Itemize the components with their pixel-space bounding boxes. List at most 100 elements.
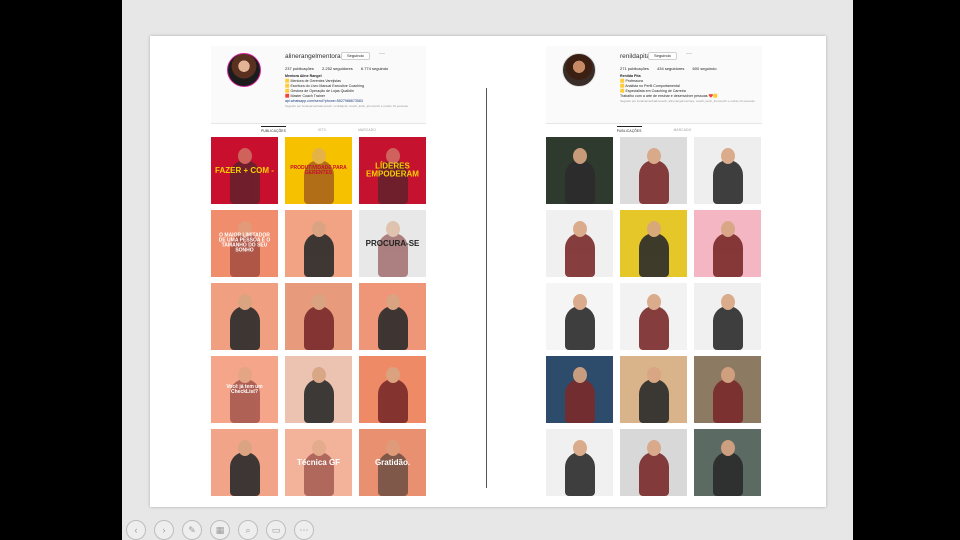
post-caption: Técnica GF <box>296 457 341 467</box>
more-options-icon[interactable]: ··· <box>686 51 692 57</box>
following-button[interactable]: Seguindo <box>648 52 677 60</box>
post-tile[interactable] <box>359 356 426 423</box>
profile-tabs: PUBLICAÇÕES MARCADO <box>546 124 762 135</box>
followers-count[interactable]: 2.252 seguidores <box>322 66 353 71</box>
person-photo <box>229 294 260 350</box>
person-photo <box>564 148 595 204</box>
post-tile[interactable] <box>285 210 352 277</box>
profile-header: renildapita Seguindo ··· 271 publicações… <box>546 46 762 124</box>
following-button[interactable]: Seguindo <box>341 52 370 60</box>
post-caption: O MAIOR LIMITADOR DE UMA PESSOA É O TAMA… <box>218 232 271 254</box>
post-tile[interactable] <box>546 283 613 350</box>
person-photo <box>638 148 669 204</box>
profile-username[interactable]: alinerangelmentora <box>285 53 341 60</box>
post-tile[interactable]: Técnica GF <box>285 429 352 496</box>
person-photo <box>377 367 408 423</box>
following-count[interactable]: 600 seguindo <box>693 66 717 71</box>
post-tile[interactable] <box>546 210 613 277</box>
next-icon[interactable]: › <box>154 520 174 540</box>
gallery-icon[interactable]: ▦ <box>210 520 230 540</box>
post-tile[interactable] <box>694 137 761 204</box>
post-tile[interactable]: LÍDERES EMPODERAM <box>359 137 426 204</box>
left-letterbox <box>0 0 122 540</box>
post-caption: LÍDERES EMPODERAM <box>366 161 419 179</box>
post-tile[interactable]: PRODUTIVIDADE PARA GERENTES <box>285 137 352 204</box>
person-photo <box>564 221 595 277</box>
posts-grid: FAZER + COM - PRODUTIVIDADE PARA GERENTES… <box>211 135 426 496</box>
person-photo <box>564 367 595 423</box>
post-tile[interactable]: O MAIOR LIMITADOR DE UMA PESSOA É O TAMA… <box>211 210 278 277</box>
slide-divider <box>486 88 487 488</box>
post-tile[interactable] <box>211 429 278 496</box>
slideshow-controls: ‹ › ✎ ▦ ⌕ ▭ ⋯ <box>126 520 314 540</box>
more-options-icon[interactable]: ··· <box>379 51 385 57</box>
tab-igtv[interactable]: IGTV <box>318 128 326 132</box>
zoom-icon[interactable]: ⌕ <box>238 520 258 540</box>
subtitles-icon[interactable]: ▭ <box>266 520 286 540</box>
tab-tagged[interactable]: MARCADO <box>358 128 376 132</box>
post-tile[interactable] <box>546 429 613 496</box>
person-photo <box>638 221 669 277</box>
post-caption: PRODUTIVIDADE PARA GERENTES <box>290 164 347 176</box>
profile-bio: Renilda Pita 🟨 Professora 🟨 Analista no … <box>620 74 755 104</box>
person-photo <box>377 294 408 350</box>
profile-username[interactable]: renildapita <box>620 53 650 60</box>
post-tile[interactable] <box>620 210 687 277</box>
profile-stats: 271 publicações 434 seguidores 600 segui… <box>620 66 724 71</box>
person-photo <box>712 148 743 204</box>
person-photo <box>712 294 743 350</box>
post-tile[interactable] <box>694 283 761 350</box>
avatar[interactable] <box>227 53 261 87</box>
post-caption: Gratidão. <box>374 457 411 467</box>
profile-tabs: PUBLICAÇÕES IGTV MARCADO <box>211 124 426 135</box>
person-photo <box>712 367 743 423</box>
post-tile[interactable] <box>620 356 687 423</box>
post-tile[interactable] <box>211 283 278 350</box>
post-tile[interactable] <box>620 283 687 350</box>
post-tile[interactable] <box>546 137 613 204</box>
avatar[interactable] <box>562 53 596 87</box>
post-tile[interactable] <box>694 356 761 423</box>
right-letterbox <box>853 0 960 540</box>
person-photo <box>303 221 334 277</box>
person-photo <box>229 440 260 496</box>
prev-icon[interactable]: ‹ <box>126 520 146 540</box>
followers-count[interactable]: 434 seguidores <box>657 66 684 71</box>
followed-by-text[interactable]: Seguido por lucianamachadocoach, alinera… <box>620 99 755 104</box>
more-icon[interactable]: ⋯ <box>294 520 314 540</box>
post-tile[interactable] <box>694 210 761 277</box>
profile-stats: 237 publicações 2.252 seguidores 6.774 s… <box>285 66 395 71</box>
tab-tagged[interactable]: MARCADO <box>674 128 692 132</box>
posts-grid <box>546 135 762 496</box>
posts-count[interactable]: 237 publicações <box>285 66 314 71</box>
post-tile[interactable] <box>546 356 613 423</box>
posts-count[interactable]: 271 publicações <box>620 66 649 71</box>
post-tile[interactable]: FAZER + COM - <box>211 137 278 204</box>
person-photo <box>638 440 669 496</box>
post-tile[interactable] <box>694 429 761 496</box>
following-count[interactable]: 6.774 seguindo <box>361 66 388 71</box>
post-tile[interactable] <box>285 356 352 423</box>
tab-posts[interactable]: PUBLICAÇÕES <box>616 126 642 133</box>
post-tile[interactable] <box>620 429 687 496</box>
profile-aline: alinerangelmentora Seguindo ··· 237 publ… <box>211 46 426 496</box>
post-tile[interactable] <box>285 283 352 350</box>
person-photo <box>712 440 743 496</box>
presentation-stage: alinerangelmentora Seguindo ··· 237 publ… <box>122 0 853 540</box>
tab-posts[interactable]: PUBLICAÇÕES <box>261 126 286 133</box>
post-caption: PROCURA-SE <box>365 238 420 248</box>
post-caption: FAZER + COM - <box>215 165 274 175</box>
person-photo <box>564 294 595 350</box>
post-tile[interactable] <box>620 137 687 204</box>
person-photo <box>638 294 669 350</box>
profile-header: alinerangelmentora Seguindo ··· 237 publ… <box>211 46 426 124</box>
post-tile[interactable]: Você já tem um CheckList? <box>211 356 278 423</box>
followed-by-text[interactable]: Seguido por lucianamachadocoach, renilda… <box>285 104 408 109</box>
person-photo <box>638 367 669 423</box>
post-tile[interactable]: PROCURA-SE <box>359 210 426 277</box>
pen-icon[interactable]: ✎ <box>182 520 202 540</box>
profile-renilda: renildapita Seguindo ··· 271 publicações… <box>546 46 762 496</box>
profile-bio: Mentora Aline Rangel 🟨 Mentora de Gerent… <box>285 74 408 109</box>
post-tile[interactable] <box>359 283 426 350</box>
post-tile[interactable]: Gratidão. <box>359 429 426 496</box>
